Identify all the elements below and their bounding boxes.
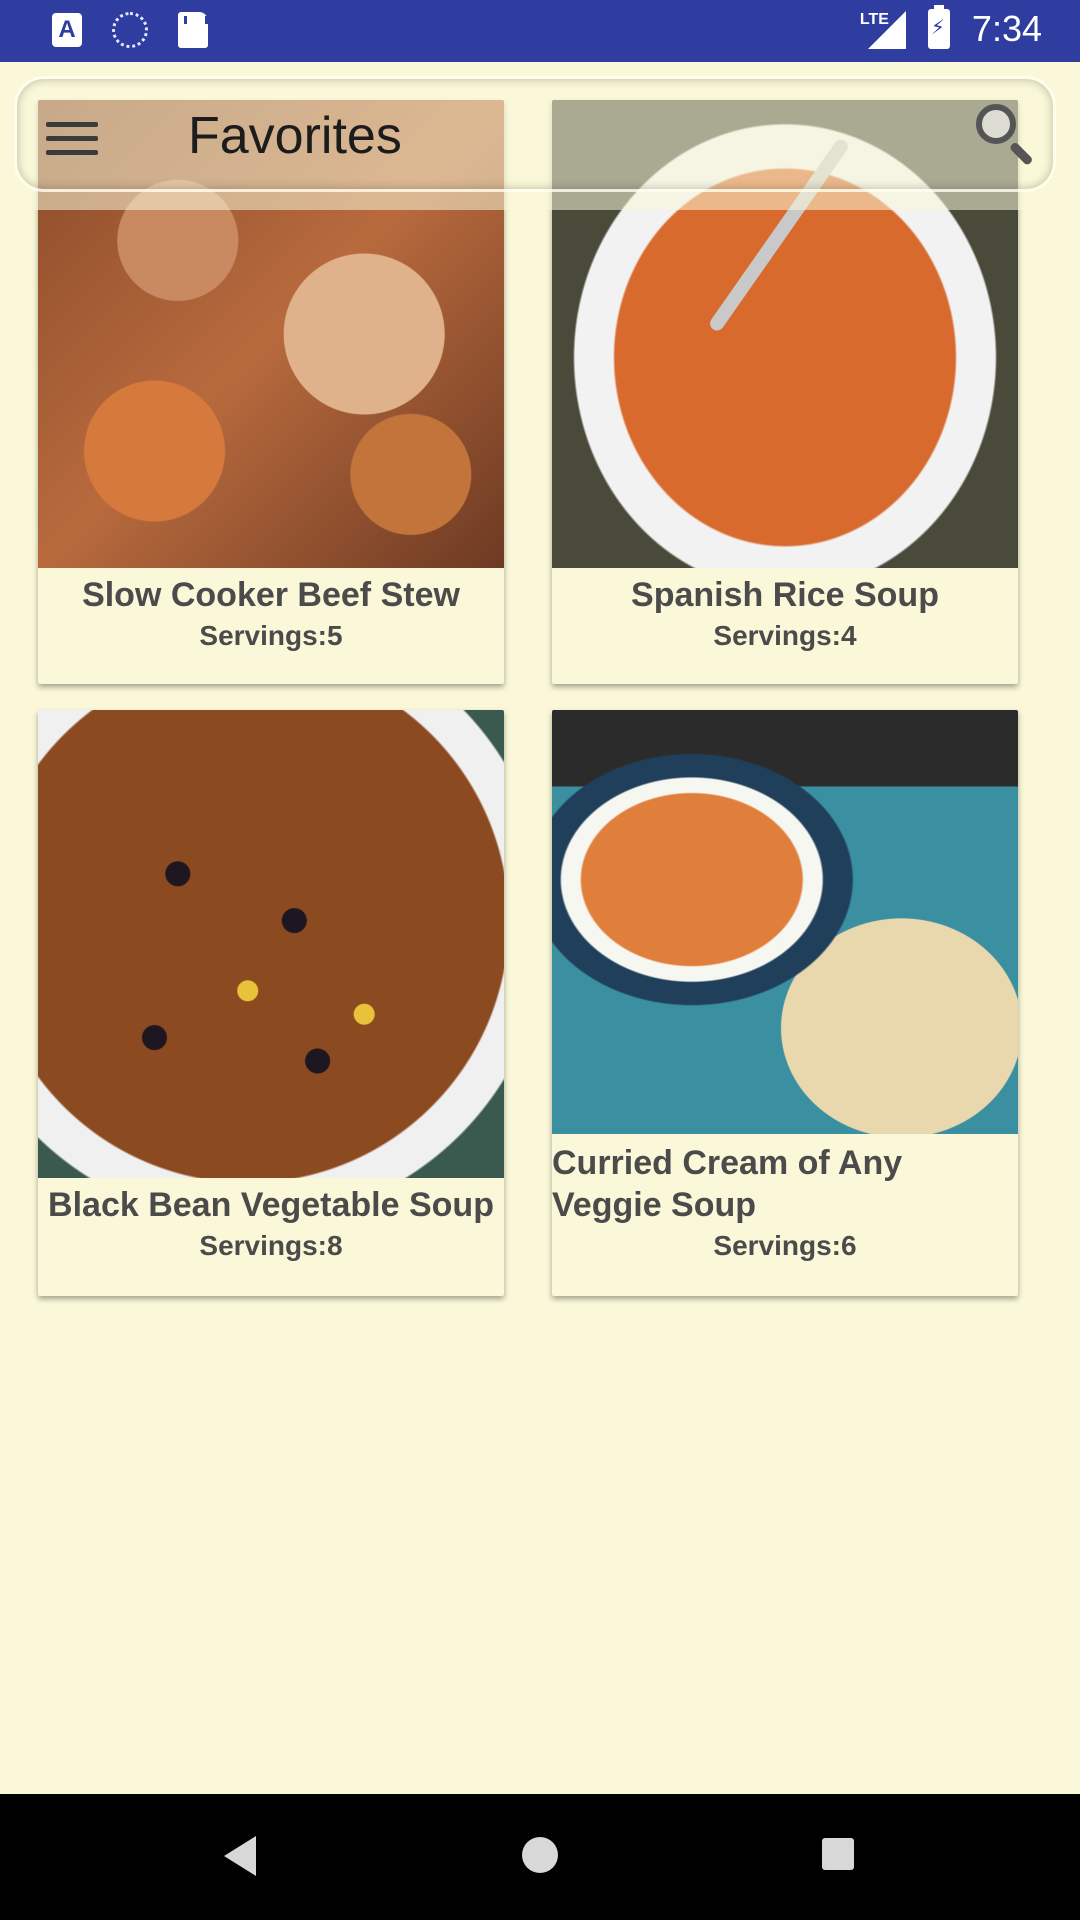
toolbar-frame xyxy=(14,76,1056,192)
recipe-servings: Servings:8 xyxy=(199,1230,343,1261)
home-icon[interactable] xyxy=(522,1837,558,1873)
status-right: LTE 7:34 xyxy=(860,5,1042,50)
search-icon[interactable] xyxy=(976,104,1040,168)
status-left-icons: A xyxy=(52,12,208,48)
recipe-title: Black Bean Vegetable Soup xyxy=(48,1186,494,1224)
curried-soup-photo xyxy=(552,710,1018,1134)
recipe-title: Spanish Rice Soup xyxy=(631,576,939,614)
sd-card-icon xyxy=(178,12,208,48)
signal-icon: LTE xyxy=(860,9,906,49)
status-bar: A LTE 7:34 xyxy=(0,0,1080,62)
battery-icon xyxy=(927,5,950,49)
recents-icon[interactable] xyxy=(822,1838,854,1870)
black-bean-soup-photo xyxy=(38,710,504,1178)
recipe-servings: Servings:5 xyxy=(199,620,343,651)
page-title: Favorites xyxy=(188,107,402,165)
recipe-title: Slow Cooker Beef Stew xyxy=(82,576,460,614)
recipe-servings: Servings:4 xyxy=(713,620,857,651)
sync-circle-icon xyxy=(112,12,148,48)
hamburger-menu-icon[interactable] xyxy=(46,118,98,158)
text-a-icon: A xyxy=(52,13,82,47)
back-icon[interactable] xyxy=(224,1836,256,1876)
recipe-servings: Servings:6 xyxy=(713,1230,857,1261)
status-time: 7:34 xyxy=(971,8,1042,49)
recipe-card[interactable]: Curried Cream of Any Veggie Soup Serving… xyxy=(552,710,1018,1296)
system-nav-bar xyxy=(0,1794,1080,1920)
app-toolbar: Favorites xyxy=(0,62,1080,210)
recipe-title: Curried Cream of Any Veggie Soup xyxy=(552,1144,903,1224)
recipe-card[interactable]: Black Bean Vegetable Soup Servings:8 xyxy=(38,710,504,1296)
